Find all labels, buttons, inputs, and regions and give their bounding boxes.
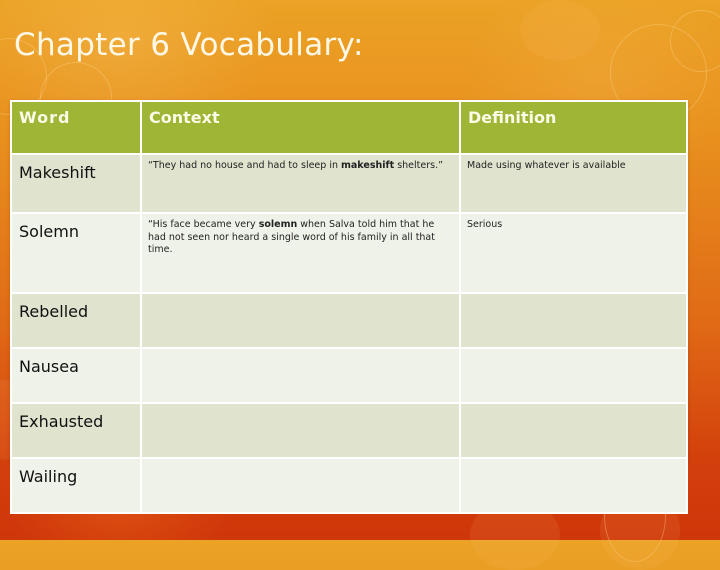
- table-row: Exhausted: [10, 402, 688, 459]
- word-cell: Nausea: [10, 347, 142, 404]
- table-row: Rebelled: [10, 292, 688, 349]
- context-cell: [140, 457, 461, 514]
- context-cell: “His face became very solemn when Salva …: [140, 212, 461, 294]
- word-cell: Rebelled: [10, 292, 142, 349]
- context-keyword: makeshift: [341, 160, 395, 171]
- definition-cell: [459, 457, 688, 514]
- header-context: Context: [140, 100, 461, 155]
- decorative-bubble: [520, 0, 600, 60]
- header-word: Word: [10, 100, 142, 155]
- table-row: Wailing: [10, 457, 688, 514]
- table-row: Makeshift “They had no house and had to …: [10, 153, 688, 214]
- table-header-row: Word Context Definition: [10, 100, 688, 155]
- vocabulary-table: Word Context Definition Makeshift “They …: [10, 100, 688, 514]
- word-cell: Solemn: [10, 212, 142, 294]
- word-cell: Wailing: [10, 457, 142, 514]
- definition-cell: [459, 402, 688, 459]
- context-text: shelters.”: [394, 160, 444, 171]
- context-cell: [140, 347, 461, 404]
- table-row: Solemn “His face became very solemn when…: [10, 212, 688, 294]
- definition-cell: Serious: [459, 212, 688, 294]
- definition-cell: [459, 347, 688, 404]
- context-cell: [140, 402, 461, 459]
- context-text: “His face became very: [148, 219, 259, 230]
- table-row: Nausea: [10, 347, 688, 404]
- context-keyword: solemn: [258, 219, 298, 230]
- slide-title: Chapter 6 Vocabulary:: [14, 27, 364, 63]
- definition-cell: [459, 292, 688, 349]
- header-definition: Definition: [459, 100, 688, 155]
- context-text: “They had no house and had to sleep in: [148, 160, 341, 171]
- word-cell: Exhausted: [10, 402, 142, 459]
- context-cell: “They had no house and had to sleep in m…: [140, 153, 461, 214]
- decorative-ring: [670, 10, 720, 72]
- word-cell: Makeshift: [10, 153, 142, 214]
- definition-cell: Made using whatever is available: [459, 153, 688, 214]
- context-cell: [140, 292, 461, 349]
